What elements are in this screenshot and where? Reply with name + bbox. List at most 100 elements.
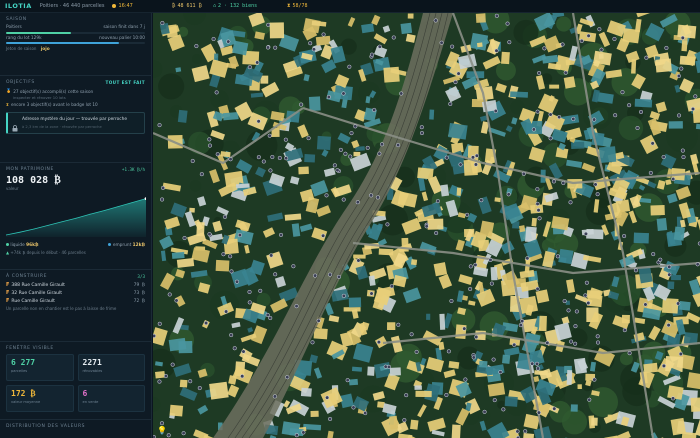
parcel[interactable] (175, 67, 182, 73)
parcel[interactable] (571, 141, 585, 149)
parcel-marker[interactable] (224, 309, 229, 314)
parcel-marker[interactable] (563, 70, 568, 75)
parcel-marker[interactable] (658, 257, 663, 262)
parcel-marker[interactable] (492, 398, 497, 403)
parcel-marker[interactable] (335, 168, 340, 173)
parcel[interactable] (667, 281, 675, 290)
parcel[interactable] (673, 226, 686, 241)
parcel-marker[interactable] (557, 115, 562, 120)
satellite-parcel-map[interactable]: 💡 (153, 13, 700, 438)
parcel-marker[interactable] (328, 272, 333, 277)
parcel-marker[interactable] (284, 156, 289, 161)
objectives-all-done[interactable]: TOUT EST FAIT (105, 80, 145, 85)
parcel[interactable] (300, 387, 312, 397)
parcel-marker[interactable] (506, 192, 511, 197)
parcel-marker[interactable] (369, 52, 375, 57)
parcel-marker[interactable] (592, 377, 597, 382)
parcel-marker[interactable] (681, 155, 686, 160)
parcel-marker[interactable] (321, 233, 326, 238)
parcel-marker[interactable] (424, 224, 429, 229)
parcel-marker[interactable] (278, 232, 284, 237)
parcel[interactable] (222, 111, 239, 121)
parcel-marker[interactable] (650, 141, 655, 146)
parcel-marker[interactable] (433, 18, 438, 23)
parcel-marker[interactable] (680, 35, 685, 40)
parcel[interactable] (504, 396, 518, 407)
parcel-marker[interactable] (375, 195, 380, 200)
parcel-marker[interactable] (356, 258, 361, 263)
parcel-marker[interactable] (229, 332, 234, 338)
parcel-marker[interactable] (182, 235, 187, 241)
parcel[interactable] (304, 154, 316, 163)
parcel[interactable] (502, 354, 511, 364)
parcel-marker[interactable] (470, 155, 476, 160)
parcel-marker[interactable] (690, 106, 696, 112)
parcel-marker[interactable] (283, 137, 288, 142)
parcel-marker[interactable] (574, 309, 579, 314)
parcel-marker[interactable] (592, 117, 597, 122)
parcel[interactable] (570, 404, 578, 412)
parcel[interactable] (655, 58, 672, 73)
parcel-marker[interactable] (256, 155, 261, 160)
parcel-marker[interactable] (160, 185, 166, 190)
parcel[interactable] (607, 414, 612, 419)
parcel-marker[interactable] (211, 36, 216, 42)
parcel[interactable] (456, 187, 462, 196)
parcel-marker[interactable] (622, 328, 627, 333)
parcel-marker[interactable] (341, 293, 346, 298)
parcel-marker[interactable] (586, 300, 591, 306)
parcel[interactable] (650, 205, 665, 216)
parcel[interactable] (598, 146, 617, 164)
parcel[interactable] (656, 217, 668, 231)
parcel-marker[interactable] (473, 162, 478, 167)
parcel[interactable] (539, 315, 547, 332)
parcel-marker[interactable] (349, 131, 354, 136)
parcel-marker[interactable] (207, 143, 213, 148)
parcel-marker[interactable] (160, 20, 165, 26)
parcel-marker[interactable] (444, 392, 449, 398)
parcel-marker[interactable] (474, 153, 479, 158)
parcel-marker[interactable] (562, 299, 567, 304)
parcel-marker[interactable] (241, 349, 246, 354)
parcel-marker[interactable] (306, 136, 311, 141)
parcel[interactable] (549, 84, 560, 89)
parcel[interactable] (215, 259, 230, 272)
parcel[interactable] (518, 225, 526, 233)
parcel-marker[interactable] (449, 298, 454, 304)
parcel-marker[interactable] (409, 332, 414, 337)
parcel-marker[interactable] (402, 418, 407, 423)
parcel[interactable] (343, 307, 361, 312)
parcel[interactable] (410, 259, 418, 266)
parcel-marker[interactable] (258, 288, 263, 293)
parcel[interactable] (387, 322, 396, 331)
parcel[interactable] (476, 42, 483, 48)
parcel[interactable] (591, 417, 598, 426)
parcel-marker[interactable] (552, 406, 557, 411)
parcel[interactable] (439, 313, 446, 330)
parcel[interactable] (415, 390, 432, 398)
parcel-marker[interactable] (355, 200, 360, 205)
parcel[interactable] (298, 166, 309, 175)
parcel-marker[interactable] (474, 334, 479, 340)
parcel-marker[interactable] (310, 340, 315, 345)
parcel-marker[interactable] (222, 214, 227, 219)
parcel-marker[interactable] (348, 154, 353, 159)
parcel[interactable] (490, 266, 498, 281)
parcel-marker[interactable] (153, 333, 157, 338)
parcel[interactable] (308, 96, 321, 112)
parcel[interactable] (586, 228, 604, 240)
parcel-marker[interactable] (593, 182, 598, 187)
parcel-marker[interactable] (268, 315, 273, 321)
parcel-marker[interactable] (372, 107, 377, 113)
parcel-marker[interactable] (261, 159, 266, 164)
parcel-marker[interactable] (667, 264, 672, 269)
parcel-marker[interactable] (479, 198, 484, 203)
parcel-marker[interactable] (377, 151, 382, 156)
parcel-marker[interactable] (535, 109, 540, 114)
parcel-marker[interactable] (627, 103, 632, 108)
parcel-marker[interactable] (568, 200, 573, 205)
parcel-marker[interactable] (385, 222, 390, 227)
parcel-marker[interactable] (537, 216, 542, 221)
parcel-marker[interactable] (494, 48, 499, 53)
parcel[interactable] (501, 51, 510, 65)
